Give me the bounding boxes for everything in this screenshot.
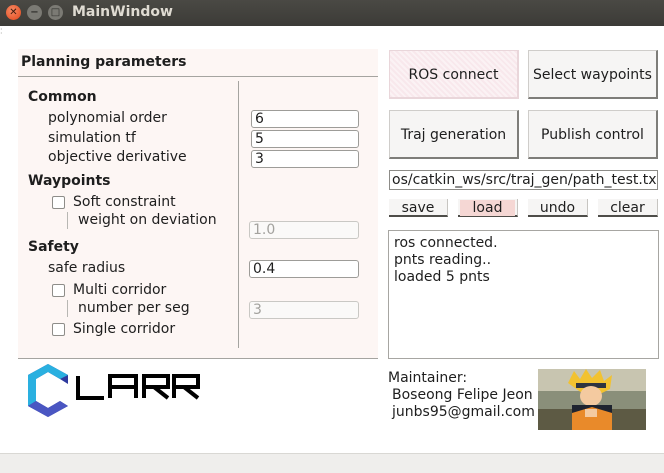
- weight-indent-line: [67, 212, 68, 229]
- traj-generation-button[interactable]: Traj generation: [389, 110, 519, 159]
- simulation-tf-label: simulation tf: [48, 130, 136, 146]
- weight-on-deviation-label: weight on deviation: [78, 212, 217, 228]
- log-line: loaded 5 pnts: [394, 269, 490, 285]
- log-output[interactable]: ros connected. pnts reading.. loaded 5 p…: [388, 230, 659, 359]
- polynomial-order-input[interactable]: 6: [251, 110, 359, 128]
- ros-connect-button[interactable]: ROS connect: [389, 50, 519, 99]
- select-waypoints-button[interactable]: Select waypoints: [528, 50, 658, 99]
- minimize-icon[interactable]: −: [27, 5, 42, 20]
- maintainer-avatar: [538, 369, 646, 430]
- maximize-icon[interactable]: □: [48, 5, 63, 20]
- logo-wordmark-icon: [76, 374, 200, 400]
- load-button-label: load: [459, 200, 516, 216]
- title-bar: ✕ − □ MainWindow: [0, 0, 664, 26]
- objective-derivative-label: objective derivative: [48, 149, 187, 165]
- logo-hexagon-lower-icon: [28, 401, 68, 417]
- path-input[interactable]: os/catkin_ws/src/traj_gen/path_test.txt: [389, 170, 658, 190]
- weight-on-deviation-input: 1.0: [249, 221, 359, 239]
- waypoints-heading: Waypoints: [28, 173, 111, 189]
- panel-divider-top: [18, 76, 378, 77]
- window-title: MainWindow: [72, 4, 173, 20]
- toolbar-grip-icon: · ·: [0, 25, 3, 38]
- larr-logo: [28, 364, 200, 417]
- maintainer-name: Boseong Felipe Jeon: [392, 387, 533, 403]
- undo-button[interactable]: undo: [528, 199, 588, 217]
- single-corridor-checkbox[interactable]: [52, 323, 65, 336]
- safe-radius-input[interactable]: 0.4: [249, 260, 359, 278]
- number-per-seg-indent-line: [67, 300, 68, 317]
- common-heading: Common: [28, 89, 97, 105]
- load-button[interactable]: load: [458, 199, 518, 217]
- log-line: ros connected.: [394, 235, 498, 251]
- maintainer-email: junbs95@gmail.com: [392, 404, 535, 420]
- multi-corridor-label: Multi corridor: [73, 282, 167, 298]
- soft-constraint-label: Soft constraint: [73, 194, 176, 210]
- simulation-tf-input[interactable]: 5: [251, 130, 359, 148]
- clear-button[interactable]: clear: [598, 199, 658, 217]
- number-per-seg-input: 3: [249, 301, 359, 319]
- single-corridor-label: Single corridor: [73, 321, 176, 337]
- panel-divider-bottom: [18, 358, 378, 359]
- multi-corridor-checkbox[interactable]: [52, 284, 65, 297]
- close-icon[interactable]: ✕: [6, 5, 21, 20]
- save-button[interactable]: save: [389, 199, 448, 217]
- number-per-seg-label: number per seg: [78, 300, 190, 316]
- safe-radius-label: safe radius: [48, 260, 126, 276]
- publish-control-button[interactable]: Publish control: [528, 110, 658, 159]
- polynomial-order-label: polynomial order: [48, 110, 167, 126]
- objective-derivative-input[interactable]: 3: [251, 150, 359, 168]
- log-line: pnts reading..: [394, 252, 492, 268]
- logo-hexagon-accent-icon: [28, 364, 68, 406]
- maintainer-label: Maintainer:: [388, 370, 468, 386]
- status-bar: [0, 453, 664, 473]
- panel-heading: Planning parameters: [21, 54, 187, 70]
- panel-column-divider: [238, 81, 239, 348]
- soft-constraint-checkbox[interactable]: [52, 196, 65, 209]
- safety-heading: Safety: [28, 239, 79, 255]
